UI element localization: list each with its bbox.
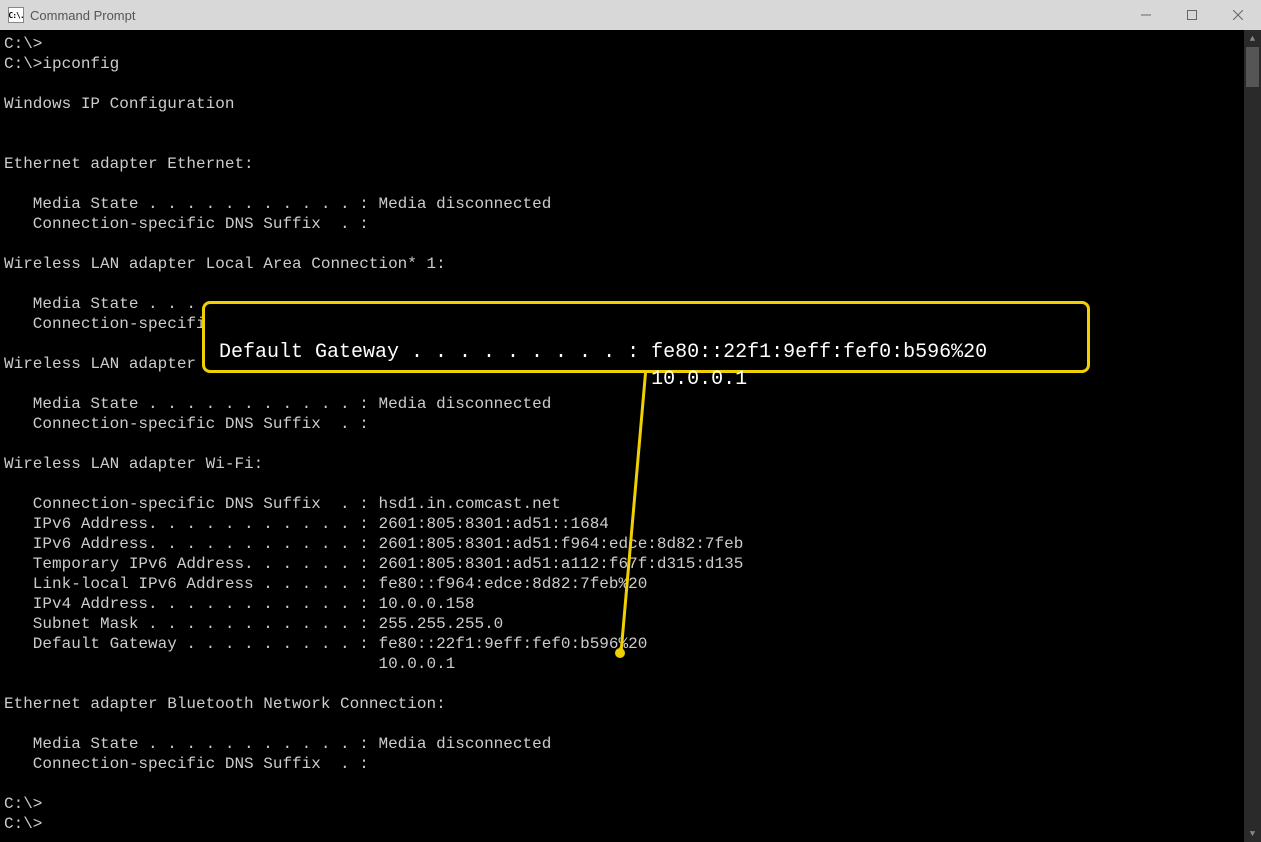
terminal-line: Default Gateway . . . . . . . . . : fe80… (4, 634, 1261, 654)
close-button[interactable] (1215, 0, 1261, 30)
scroll-up-button[interactable]: ▲ (1244, 30, 1261, 47)
terminal-line: C:\>ipconfig (4, 54, 1261, 74)
terminal-output[interactable]: C:\>C:\>ipconfig Windows IP Configuratio… (0, 30, 1261, 842)
terminal-line (4, 674, 1261, 694)
terminal-line (4, 274, 1261, 294)
terminal-line (4, 74, 1261, 94)
terminal-line: C:\> (4, 814, 1261, 834)
terminal-line: Ethernet adapter Ethernet: (4, 154, 1261, 174)
terminal-line (4, 774, 1261, 794)
terminal-line: Media State . . . . . . . . . . . : Medi… (4, 194, 1261, 214)
terminal-line: Connection-specific DNS Suffix . : (4, 214, 1261, 234)
terminal-line: Connection-specific DNS Suffix . : (4, 754, 1261, 774)
terminal-line: Temporary IPv6 Address. . . . . . : 2601… (4, 554, 1261, 574)
terminal-line (4, 174, 1261, 194)
terminal-line: Connection-specific DNS Suffix . : (4, 414, 1261, 434)
callout-highlight-box: Default Gateway . . . . . . . . . : fe80… (202, 301, 1090, 373)
terminal-line: Media State . . . . . . . . . . . : Medi… (4, 734, 1261, 754)
terminal-line: Link-local IPv6 Address . . . . . : fe80… (4, 574, 1261, 594)
terminal-line: Windows IP Configuration (4, 94, 1261, 114)
terminal-line (4, 114, 1261, 134)
terminal-line (4, 714, 1261, 734)
scroll-down-button[interactable]: ▼ (1244, 825, 1261, 842)
terminal-line: 10.0.0.1 (4, 654, 1261, 674)
terminal-line: Ethernet adapter Bluetooth Network Conne… (4, 694, 1261, 714)
callout-connector-dot (615, 648, 625, 658)
terminal-line: Wireless LAN adapter Wi-Fi: (4, 454, 1261, 474)
cmd-icon: C:\. (8, 7, 24, 23)
terminal-line: C:\> (4, 34, 1261, 54)
minimize-button[interactable] (1123, 0, 1169, 30)
callout-line-1: Default Gateway . . . . . . . . . : fe80… (219, 341, 987, 364)
terminal-line (4, 134, 1261, 154)
terminal-line: Media State . . . . . . . . . . . : Medi… (4, 394, 1261, 414)
terminal-line (4, 434, 1261, 454)
scrollbar-track[interactable]: ▲ ▼ (1244, 30, 1261, 842)
maximize-button[interactable] (1169, 0, 1215, 30)
terminal-line: Subnet Mask . . . . . . . . . . . : 255.… (4, 614, 1261, 634)
scroll-thumb[interactable] (1246, 47, 1259, 87)
terminal-line: C:\> (4, 794, 1261, 814)
terminal-line (4, 234, 1261, 254)
callout-line-2: 10.0.0.1 (219, 368, 747, 391)
terminal-line: Wireless LAN adapter Local Area Connecti… (4, 254, 1261, 274)
window-title: Command Prompt (30, 8, 135, 23)
terminal-line (4, 474, 1261, 494)
window-titlebar: C:\. Command Prompt (0, 0, 1261, 30)
window-controls (1123, 0, 1261, 30)
terminal-line: IPv4 Address. . . . . . . . . . . : 10.0… (4, 594, 1261, 614)
